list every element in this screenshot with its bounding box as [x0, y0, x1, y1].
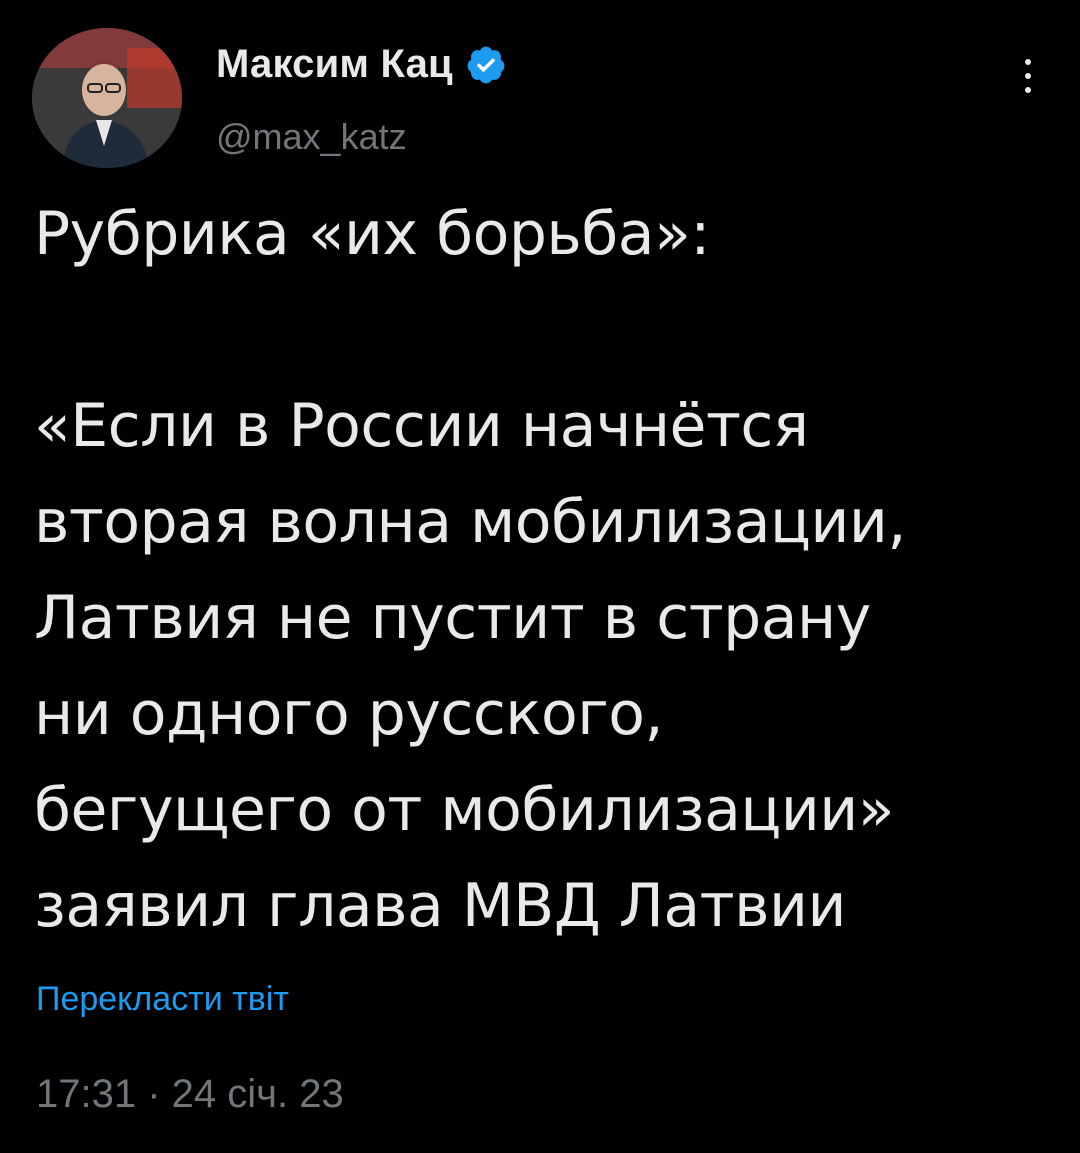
tweet-header: Максим Кац @max_katz — [32, 28, 1048, 178]
tweet-line: вторая волна мобилизации, — [34, 487, 906, 557]
more-dot — [1025, 87, 1031, 93]
tweet-line: «Если в России начнётся — [34, 391, 809, 461]
more-dot — [1025, 73, 1031, 79]
translate-tweet-link[interactable]: Перекласти твіт — [36, 980, 289, 1019]
more-vertical-icon[interactable] — [1010, 46, 1046, 106]
tweet-line: заявил глава МВД Латвии — [34, 871, 846, 941]
avatar-image — [32, 28, 182, 168]
more-dot — [1025, 59, 1031, 65]
tweet-line: Рубрика «их борьба»: — [34, 199, 711, 269]
tweet-line: Латвия не пустит в страну — [34, 583, 871, 653]
verified-badge-icon — [465, 44, 507, 86]
author-display-name[interactable]: Максим Кац — [216, 42, 453, 87]
author-handle[interactable]: @max_katz — [216, 116, 407, 158]
tweet-line: ни одного русского, — [34, 679, 664, 749]
tweet-line: бегущего от мобилизации» — [34, 775, 894, 845]
tweet-text: Рубрика «их борьба»: «Если в России начн… — [34, 186, 1054, 954]
avatar[interactable] — [32, 28, 182, 168]
tweet-timestamp[interactable]: 17:31 · 24 січ. 23 — [36, 1072, 344, 1117]
author-name-row[interactable]: Максим Кац — [216, 42, 507, 87]
